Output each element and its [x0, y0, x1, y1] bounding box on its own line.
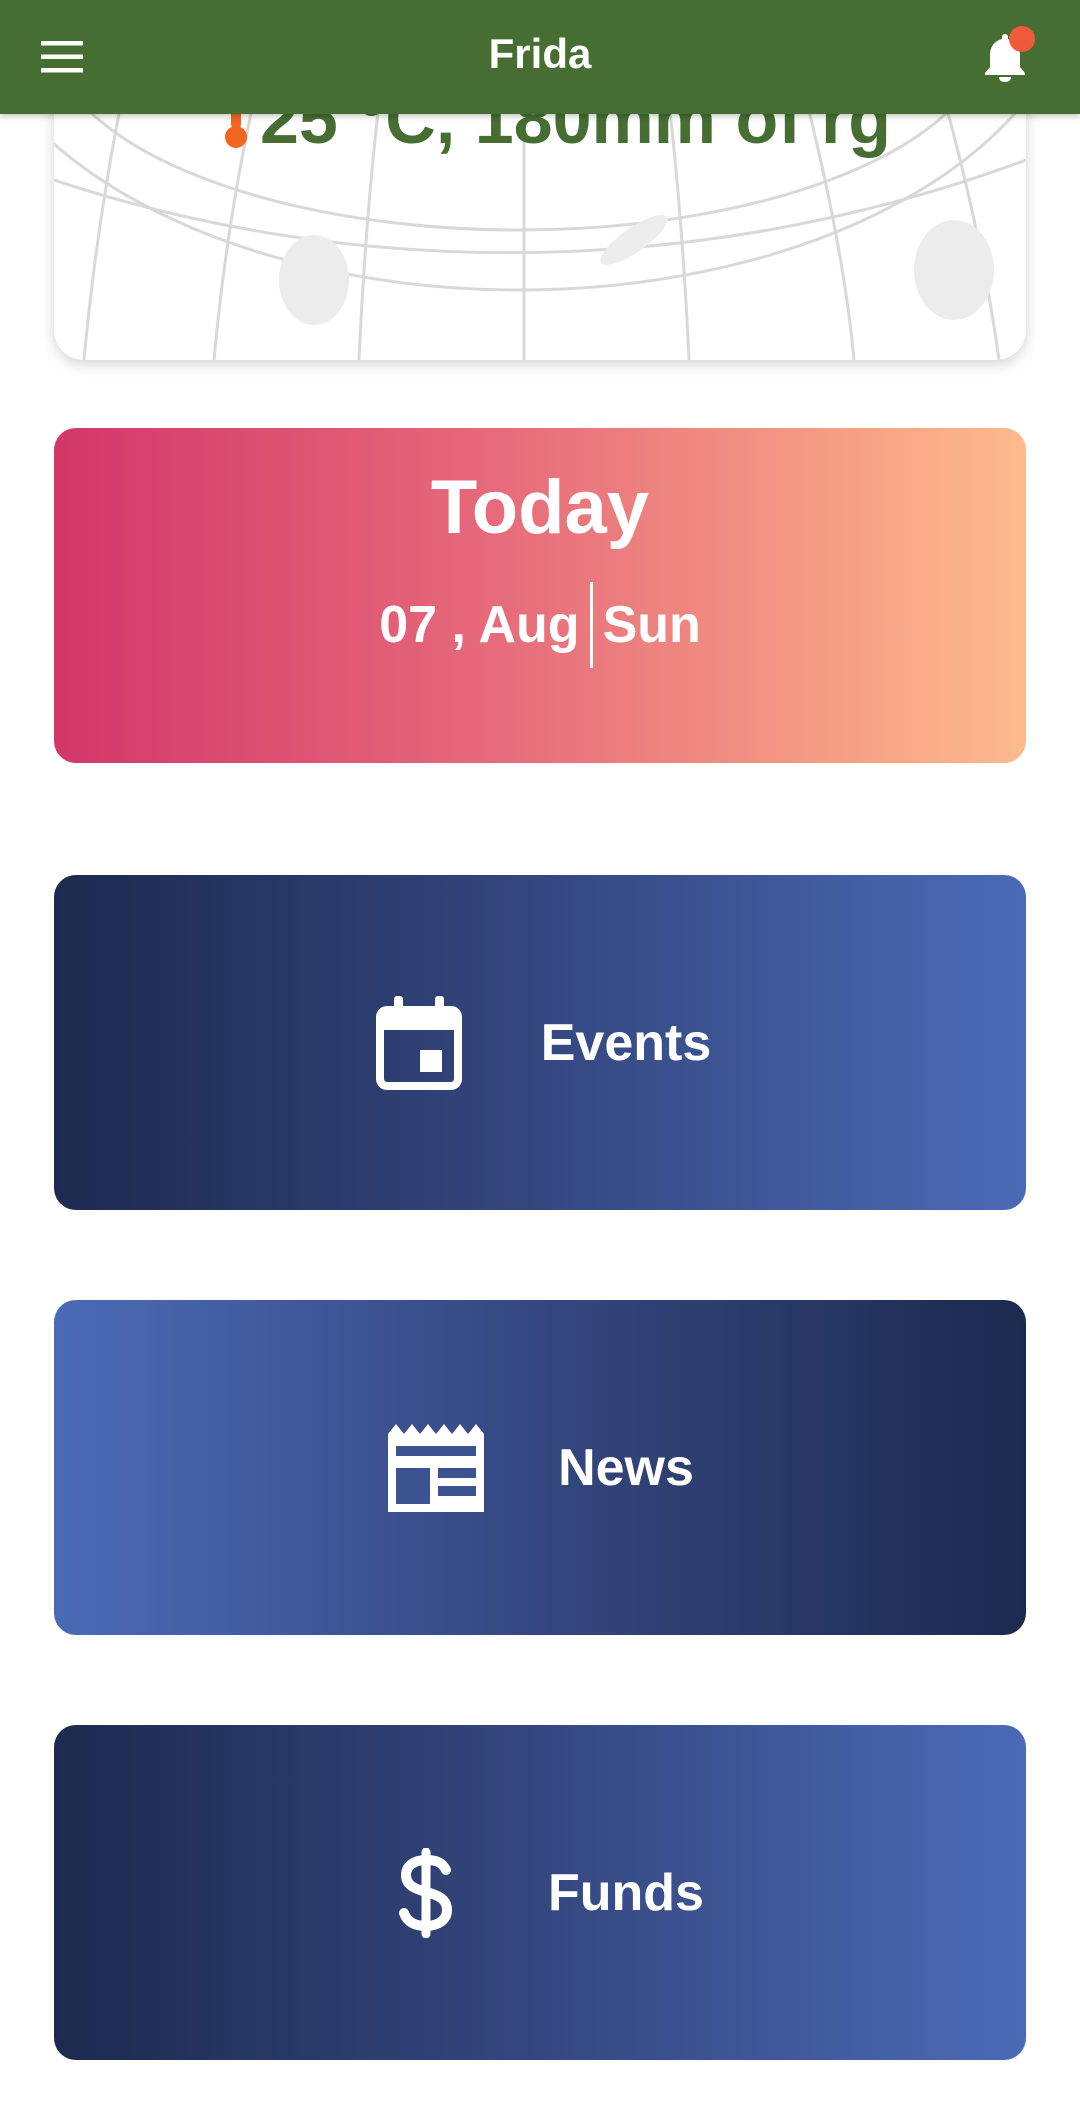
- today-title: Today: [430, 465, 650, 550]
- newspaper-icon: [386, 1418, 486, 1518]
- today-weekday: Sun: [602, 596, 701, 654]
- notification-badge: [1009, 26, 1035, 52]
- funds-button[interactable]: Funds: [54, 1725, 1026, 2060]
- notifications-button[interactable]: [970, 24, 1040, 90]
- today-date: 07 , Aug: [379, 596, 580, 654]
- today-date-row: 07 , Aug Sun: [54, 580, 1026, 670]
- news-button[interactable]: News: [54, 1300, 1026, 1635]
- events-button[interactable]: Events: [54, 875, 1026, 1210]
- dollar-icon: [376, 1843, 476, 1943]
- funds-label: Funds: [548, 1863, 704, 1922]
- calendar-icon: [369, 993, 469, 1093]
- events-label: Events: [540, 1013, 712, 1072]
- news-label: News: [558, 1438, 694, 1497]
- today-card: Today 07 , Aug Sun: [54, 428, 1026, 763]
- date-divider: [589, 582, 593, 668]
- app-title: Frida: [488, 30, 592, 77]
- app-bar: Frida: [0, 0, 1080, 114]
